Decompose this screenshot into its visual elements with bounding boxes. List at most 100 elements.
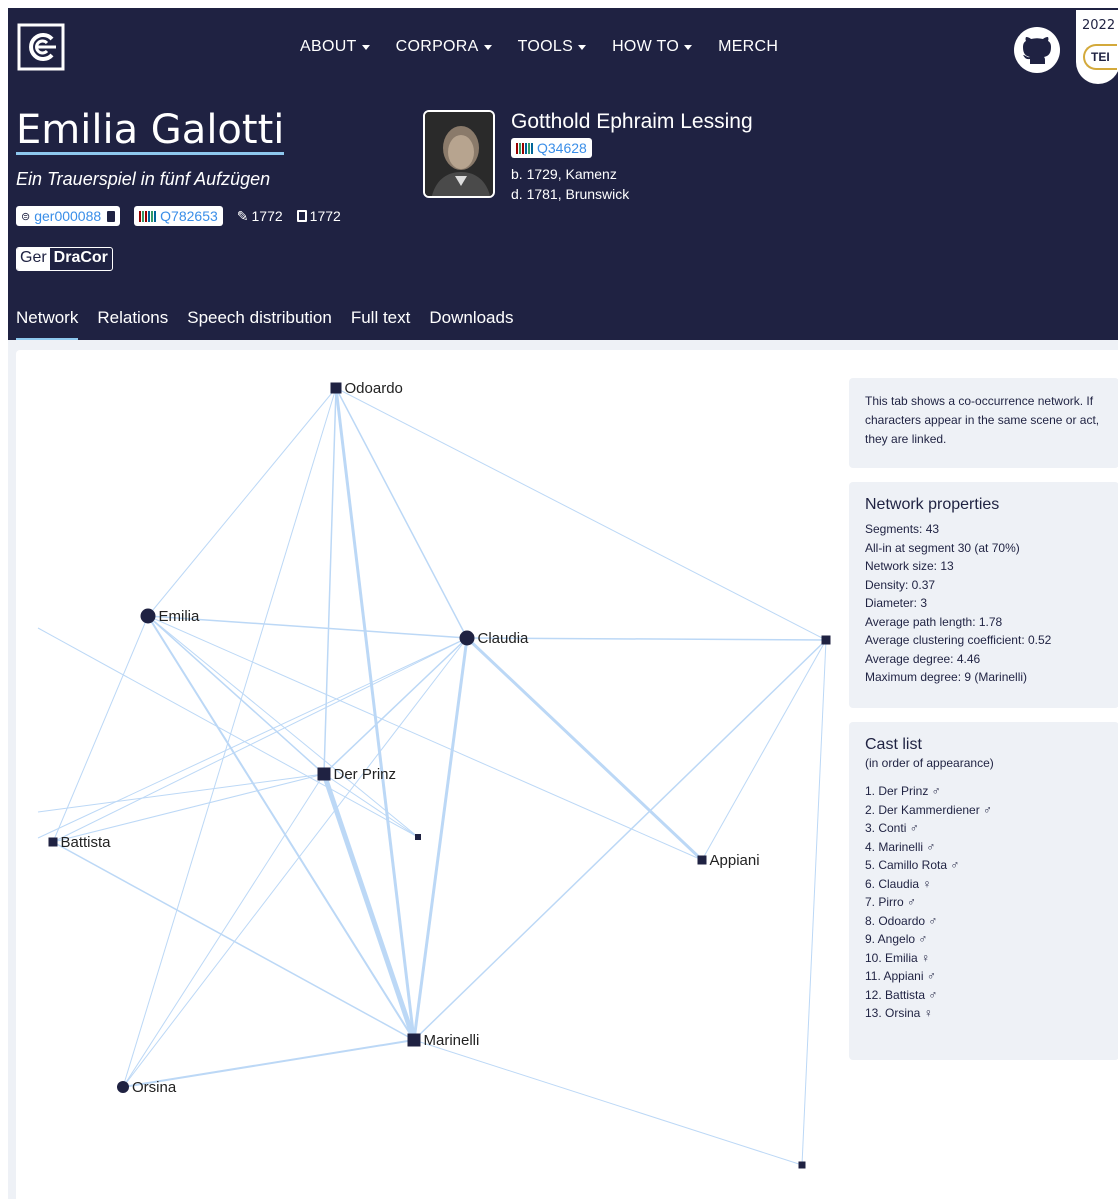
author-death: d. 1781, Brunswick (511, 186, 630, 202)
clipboard-icon[interactable] (107, 210, 116, 222)
network-edge (321, 773, 417, 1041)
network-node-label: Marinelli (424, 1032, 480, 1049)
network-canvas: Odoardo Emilia Claudia Der Prinz Battista App… (16, 350, 1118, 1199)
nav-tools[interactable]: TOOLS (518, 38, 587, 56)
tab-relations[interactable]: Relations (97, 308, 168, 341)
chevron-down-icon (483, 44, 492, 50)
nav-corpora[interactable]: CORPORA (396, 38, 492, 56)
cast-item[interactable]: 2. Der Kammerdiener ♂ (865, 801, 1103, 820)
network-edge (37, 773, 325, 813)
network-edge (413, 639, 827, 1041)
network-node-label: Emilia (159, 608, 200, 625)
network-edge (334, 387, 416, 1041)
network-edge (413, 1039, 803, 1166)
tab-downloads[interactable]: Downloads (429, 308, 513, 341)
wikidata-icon (516, 142, 533, 154)
network-edge (52, 841, 415, 1041)
app-frame: ABOUT CORPORA TOOLS HOW TO MERCH 2022 TE… (8, 8, 1118, 1199)
network-node[interactable] (415, 834, 421, 840)
network-edge (147, 387, 337, 617)
corpus-prefix: Ger (17, 248, 50, 270)
network-node[interactable] (117, 1081, 129, 1093)
book-icon (296, 210, 307, 222)
written-year-value: 1772 (251, 208, 283, 224)
network-node[interactable] (697, 855, 707, 865)
prop-diameter: Diameter: 3 (865, 596, 928, 610)
network-node[interactable] (407, 1033, 421, 1047)
chevron-down-icon (684, 44, 693, 50)
tab-speech-distribution[interactable]: Speech distribution (187, 308, 332, 341)
cast-item[interactable]: 11. Appiani ♂ (865, 967, 1103, 986)
corpus-badge[interactable]: Ger DraCor (16, 247, 113, 271)
network-node[interactable] (330, 382, 342, 394)
network-node[interactable] (459, 630, 475, 646)
network-edge (147, 615, 325, 775)
page-title: Emilia Galotti (16, 107, 285, 155)
prop-network-size: Network size: 13 (865, 559, 954, 573)
network-node[interactable] (798, 1161, 806, 1169)
cast-item[interactable]: 3. Conti ♂ (865, 819, 1103, 838)
cast-item[interactable]: 1. Der Prinz ♂ (865, 782, 1103, 801)
tei-year: 2022 (1082, 18, 1116, 33)
cast-item[interactable]: 5. Camillo Rota ♂ (865, 856, 1103, 875)
tei-badge[interactable]: 2022 TEI (1076, 10, 1118, 84)
cast-list-panel: Cast list (in order of appearance) 1. De… (849, 722, 1118, 1060)
network-node[interactable] (48, 837, 58, 847)
cast-heading: Cast list (865, 736, 922, 753)
network-edge (37, 627, 419, 838)
prop-avg-path-length: Average path length: 1.78 (865, 614, 1003, 629)
tab-network[interactable]: Network (16, 308, 79, 341)
network-node-label: Appiani (710, 852, 760, 869)
network-node-label: Battista (61, 834, 112, 851)
network-edge (412, 637, 469, 1041)
cast-item[interactable]: 4. Marinelli ♂ (865, 838, 1103, 857)
cast-item[interactable]: 7. Pirro ♂ (865, 893, 1103, 912)
network-node-label: Odoardo (345, 380, 403, 397)
play-tabs: Network Relations Speech distribution Fu… (16, 308, 513, 341)
github-icon[interactable] (1013, 26, 1061, 74)
cast-item[interactable]: 13. Orsina ♀ (865, 1004, 1103, 1023)
nav-about-label: ABOUT (300, 38, 357, 55)
cast-item[interactable]: 9. Angelo ♂ (865, 930, 1103, 949)
tab-full-text[interactable]: Full text (351, 308, 411, 341)
cast-item[interactable]: 10. Emilia ♀ (865, 949, 1103, 968)
network-edge (335, 387, 827, 641)
cast-item[interactable]: 6. Claudia ♀ (865, 875, 1103, 894)
prop-avg-degree: Average degree: 4.46 (865, 651, 981, 666)
main-nav: ABOUT CORPORA TOOLS HOW TO MERCH (300, 38, 778, 56)
info-text: This tab shows a co-occurrence network. … (865, 394, 1100, 446)
prop-max-degree: Maximum degree: 9 (Marinelli) (865, 670, 1028, 684)
quill-icon: ✎ (236, 207, 249, 224)
wikidata-icon (139, 210, 157, 222)
nav-about[interactable]: ABOUT (300, 38, 370, 56)
play-wikidata-link[interactable]: Q782653 (134, 206, 223, 226)
nav-howto[interactable]: HOW TO (612, 38, 693, 56)
network-edge (122, 773, 325, 1088)
network-node[interactable] (317, 767, 331, 781)
tei-label: TEI (1083, 44, 1117, 70)
play-id: ger000088 (34, 208, 102, 224)
nav-merch[interactable]: MERCH (718, 38, 778, 56)
cast-item[interactable]: 12. Battista ♂ (865, 986, 1103, 1005)
author-name[interactable]: Gotthold Ephraim Lessing (511, 110, 753, 134)
network-node[interactable] (821, 635, 831, 645)
network-graph[interactable]: Odoardo Emilia Claudia Der Prinz Battista App… (16, 350, 846, 1199)
author-portrait (423, 110, 495, 198)
network-edge (465, 636, 704, 862)
network-properties-panel: Network properties Segments: 43 All-in a… (849, 482, 1118, 708)
network-edge (147, 615, 415, 1041)
network-edge (801, 639, 827, 1166)
corpus-name: DraCor (53, 249, 108, 266)
network-properties-heading: Network properties (865, 496, 1000, 513)
network-node[interactable] (140, 608, 156, 624)
prop-clustering: Average clustering coefficient: 0.52 (865, 633, 1052, 647)
network-edge (335, 387, 468, 639)
network-node-label: Der Prinz (334, 766, 397, 783)
prop-segments: Segments: 43 (865, 522, 940, 536)
dracor-logo[interactable] (16, 22, 66, 72)
play-metadata: ⊜ ger000088 Q782653 ✎ 1772 1772 (16, 206, 341, 226)
author-wikidata-link[interactable]: Q34628 (511, 138, 592, 158)
written-year: ✎ 1772 (237, 208, 283, 225)
cast-item[interactable]: 8. Odoardo ♂ (865, 912, 1103, 931)
play-id-badge[interactable]: ⊜ ger000088 (16, 206, 121, 226)
